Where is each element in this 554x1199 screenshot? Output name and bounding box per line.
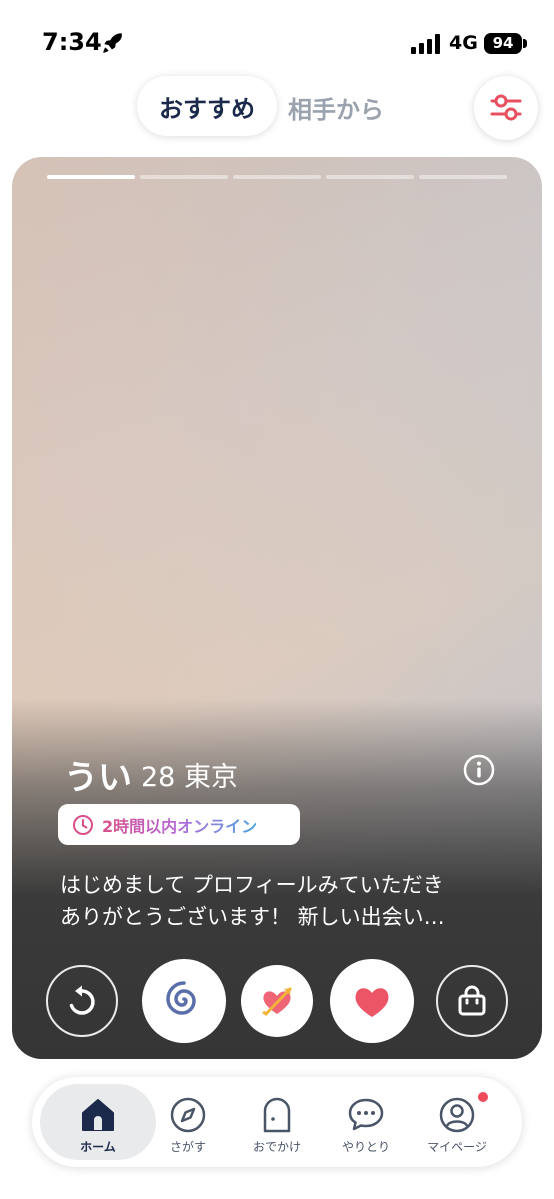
signal-icon: [411, 34, 440, 54]
nav-item-mypage[interactable]: マイページ: [411, 1077, 503, 1167]
nav-label-mypage: マイページ: [427, 1140, 487, 1154]
photo-progress: [47, 175, 507, 179]
profile-location: 東京: [183, 762, 238, 793]
photo-progress-segment: [47, 175, 135, 179]
heart-icon: [355, 988, 389, 1017]
nav-item-messages[interactable]: やりとり: [320, 1077, 412, 1167]
shopping-bag-icon: [458, 985, 486, 1016]
bio-line: はじめまして プロフィールみていただき: [60, 873, 444, 897]
spiral-icon: [166, 981, 196, 1015]
profile-name: うい: [64, 758, 132, 798]
battery-cap: [523, 39, 527, 48]
photo-progress-segment: [419, 175, 507, 179]
nav-label-search: さがす: [169, 1140, 206, 1154]
info-icon[interactable]: [463, 754, 495, 786]
tab-from-others[interactable]: 相手から: [288, 90, 384, 125]
status-time: 7:34: [42, 28, 102, 56]
nav-label-outing: おでかけ: [252, 1140, 301, 1154]
sliders-icon: [490, 94, 522, 121]
like-button[interactable]: [330, 959, 414, 1043]
profile-age: 28: [141, 762, 176, 793]
undo-icon: [69, 985, 95, 1015]
home-icon: [82, 1099, 114, 1131]
super-like-button[interactable]: [241, 965, 313, 1037]
nav-item-outing[interactable]: おでかけ: [231, 1077, 323, 1167]
photo-progress-segment: [233, 175, 321, 179]
rocket-icon: [103, 33, 122, 53]
battery-indicator: 94: [484, 33, 522, 54]
nav-item-search[interactable]: さがす: [142, 1077, 234, 1167]
action-bar: [12, 957, 542, 1047]
bio-line: ありがとうございます！ 新しい出会い…: [60, 905, 445, 929]
undo-button[interactable]: [46, 965, 118, 1037]
shop-button[interactable]: [436, 965, 508, 1037]
photo-progress-segment: [140, 175, 228, 179]
bottom-nav: ホーム さがす おでかけ やりとり マイページ: [32, 1077, 522, 1167]
compass-icon: [170, 1097, 206, 1133]
photo-progress-segment: [326, 175, 414, 179]
profile-card[interactable]: うい 28 東京 2時間以内オンライン はじめまして プロフィールみていただき …: [12, 157, 542, 1059]
skip-button[interactable]: [142, 959, 226, 1043]
nav-label-home: ホーム: [80, 1140, 116, 1154]
nav-label-messages: やりとり: [341, 1140, 390, 1154]
nav-item-home[interactable]: ホーム: [40, 1084, 156, 1160]
clock-icon: [73, 814, 93, 835]
heart-arrow-icon: [262, 986, 293, 1017]
profile-bio: はじめまして プロフィールみていただき ありがとうございます！ 新しい出会い…: [60, 869, 500, 933]
notification-dot: [478, 1092, 488, 1102]
network-label: 4G: [449, 32, 478, 54]
filter-button[interactable]: [474, 76, 538, 140]
profile-age-location: 28 東京: [141, 755, 238, 794]
profile-icon: [439, 1097, 475, 1133]
online-status-badge: 2時間以内オンライン: [58, 804, 300, 845]
door-icon: [263, 1097, 291, 1133]
status-bar: 7:34 4G 94: [0, 0, 554, 80]
tab-recommended[interactable]: おすすめ: [137, 76, 277, 136]
online-status-text: 2時間以内オンライン: [102, 813, 257, 837]
chat-icon: [348, 1098, 384, 1131]
